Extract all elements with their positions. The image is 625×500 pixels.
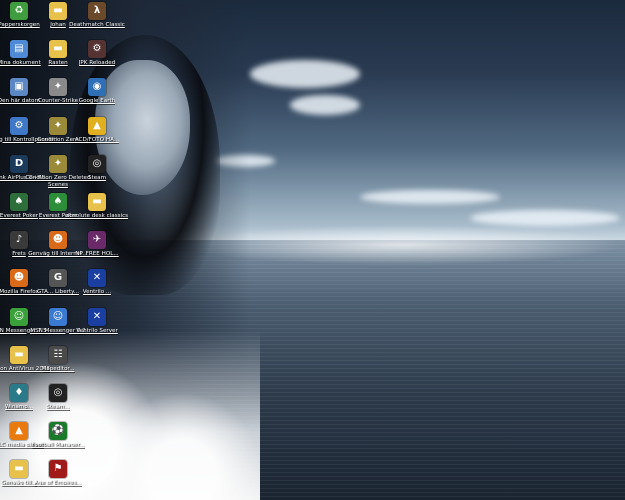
desktop-icon[interactable]: ▬ absolute desk classics xyxy=(59,193,135,231)
ventrilo-icon: ✕ xyxy=(88,307,106,326)
wallpaper-cloud xyxy=(290,95,360,115)
desktop-icon[interactable]: ⚑ Age of Empires... xyxy=(20,460,96,498)
desktop-icon[interactable]: λ Deathmatch Classic xyxy=(59,2,135,40)
desktop-icon-label: Ventrilo ... xyxy=(82,289,112,296)
folder-icon: ▬ xyxy=(88,193,106,211)
desktop: ♻ Papperskorgen ▬ Johan λ Deathmatch Classic ▤… xyxy=(0,0,625,500)
desktop-icon-label: Ventrilo Server xyxy=(76,327,118,334)
steam-icon: ◎ xyxy=(88,154,106,173)
desktop-icon[interactable]: ◉ Google Earth xyxy=(59,78,135,116)
desktop-icon-label: JPK Reloaded xyxy=(78,60,116,67)
jpk-reloaded-icon: ⚙ xyxy=(88,40,106,59)
desktop-icon[interactable]: ☷ Mapeditor... xyxy=(20,345,96,384)
acdfoto-icon: ▲ xyxy=(88,116,106,135)
steam-icon: ◎ xyxy=(49,384,67,402)
google-earth-icon: ◉ xyxy=(88,78,106,97)
desktop-icon[interactable]: ◎ Steam xyxy=(59,154,135,193)
wallpaper-cloud xyxy=(250,60,360,88)
desktop-icon[interactable]: ✕ Ventrilo Server xyxy=(59,307,135,346)
desktop-icon[interactable]: ⚙ JPK Reloaded xyxy=(59,40,135,78)
desktop-icon-label: Steam xyxy=(87,174,107,181)
desktop-icon-label: Deathmatch Classic xyxy=(69,22,125,28)
desktop-icon[interactable]: ▲ ACD/FOTO HA... xyxy=(59,116,135,155)
wallpaper-cloud xyxy=(470,210,620,226)
mapeditor-icon: ☷ xyxy=(49,345,67,364)
game-icon: ⚑ xyxy=(49,460,67,479)
desktop-icon-label: Football Manager... xyxy=(31,442,85,449)
ventrilo-icon: ✕ xyxy=(88,269,106,288)
desktop-icon[interactable]: ⚽ Football Manager... xyxy=(20,422,96,460)
desktop-icon-label: ACD/FOTO HA... xyxy=(74,136,120,143)
desktop-icon-label: NP_FREE HOL... xyxy=(75,251,119,258)
football-manager-icon: ⚽ xyxy=(49,422,67,441)
desktop-icon-label: absolute desk classics xyxy=(65,213,129,219)
np-free-icon: ✈ xyxy=(88,231,106,250)
desktop-icon-label: Mapeditor... xyxy=(41,365,75,372)
desktop-icon-label: Age of Empires... xyxy=(34,480,82,487)
desktop-icon[interactable]: ◎ Steam... xyxy=(20,384,96,422)
desktop-icon-label: Steam... xyxy=(46,404,70,410)
desktop-icon[interactable]: ✈ NP_FREE HOL... xyxy=(59,231,135,269)
deathmatch-classic-icon: λ xyxy=(88,2,106,20)
wallpaper-cloud xyxy=(360,190,500,204)
desktop-icon[interactable]: ✕ Ventrilo ... xyxy=(59,269,135,307)
desktop-icon-label: Google Earth xyxy=(78,98,116,105)
